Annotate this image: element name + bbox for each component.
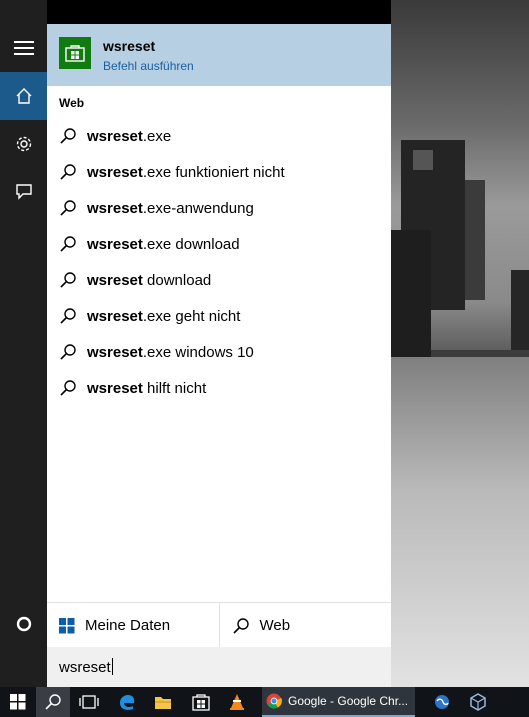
search-panel: wsreset Befehl ausführen Web wsreset.exe… [47,24,391,687]
chrome-window-title: Google - Google Chr... [288,694,409,708]
store-taskbar-button[interactable] [184,687,218,717]
home-button[interactable] [0,72,47,120]
web-result-suffix: .exe download [142,235,240,253]
feedback-icon [15,184,32,200]
web-result-match: wsreset [87,199,143,217]
web-result-item[interactable]: wsreset.exe funktioniert nicht [47,154,391,190]
search-query: wsreset [59,659,111,676]
search-icon [60,380,76,396]
start-left-rail [0,0,47,687]
store-icon [65,45,85,62]
web-result-text: wsreset.exe-anwendung [87,200,254,217]
best-match-name: wsreset [103,38,156,54]
desktop-wallpaper [391,0,529,687]
taskbar-search-button[interactable] [36,687,70,717]
cortana-icon [16,616,31,632]
search-input-text: wsreset [59,658,113,676]
web-result-item[interactable]: wsreset download [47,262,391,298]
wallpaper-warehouse-right [511,270,529,360]
store-icon [192,694,210,711]
windows-icon [59,617,75,633]
edge-icon [120,695,135,710]
web-result-text: wsreset.exe funktioniert nicht [87,164,285,181]
best-match-item[interactable]: wsreset Befehl ausführen [47,24,391,86]
web-result-suffix: .exe [142,127,172,145]
edge-taskbar-button[interactable] [110,687,144,717]
globe-app-icon [435,695,449,709]
search-icon [60,236,76,252]
vlc-taskbar-button[interactable] [220,687,254,717]
web-result-suffix: .exe windows 10 [142,343,254,361]
my-stuff-filter-button[interactable]: Meine Daten [47,603,219,648]
web-result-match: wsreset [87,271,143,289]
web-result-match: wsreset [87,235,143,253]
web-result-item[interactable]: wsreset hilft nicht [47,370,391,406]
start-button[interactable] [0,687,36,717]
app-tile [59,37,91,69]
my-stuff-filter-label: Meine Daten [85,617,171,634]
web-result-suffix: .exe-anwendung [142,199,254,217]
taskbar: Google - Google Chr... [0,687,529,717]
chrome-icon [266,693,282,709]
search-input[interactable]: wsreset [47,647,391,687]
search-filter-bar: Meine Daten Web [47,602,391,648]
wallpaper-water [391,357,529,687]
web-result-item[interactable]: wsreset.exe [47,118,391,154]
feedback-button[interactable] [0,168,47,216]
web-result-match: wsreset [87,127,143,145]
search-icon [60,344,76,360]
file-explorer-taskbar-button[interactable] [146,687,180,717]
web-result-text: wsreset hilft nicht [87,380,206,397]
virtualbox-taskbar-button[interactable] [461,687,495,717]
web-result-text: wsreset.exe windows 10 [87,344,254,361]
web-result-match: wsreset [87,379,143,397]
virtualbox-icon [470,693,486,711]
web-result-text: wsreset.exe geht nicht [87,308,240,325]
search-icon [60,308,76,324]
search-icon [60,128,76,144]
search-icon [60,200,76,216]
web-result-text: wsreset.exe download [87,236,240,253]
web-result-match: wsreset [87,343,143,361]
search-icon [60,272,76,288]
web-result-text: wsreset download [87,272,211,289]
web-result-suffix: .exe funktioniert nicht [142,163,285,181]
wallpaper-building [465,180,485,300]
best-match-subtitle: Befehl ausführen [103,59,194,73]
search-icon [60,164,76,180]
search-icon [232,617,249,634]
vlc-icon [230,694,244,710]
wallpaper-tower-top [413,150,433,170]
windows-icon [10,694,26,710]
hamburger-icon [13,41,34,55]
search-icon [45,694,61,710]
cortana-button[interactable] [0,600,47,648]
web-section-heading: Web [59,96,85,110]
web-result-text: wsreset.exe [87,128,171,145]
web-filter-button[interactable]: Web [218,603,392,648]
web-result-suffix: download [142,271,212,289]
web-result-item[interactable]: wsreset.exe geht nicht [47,298,391,334]
web-result-item[interactable]: wsreset.exe windows 10 [47,334,391,370]
task-view-icon [79,695,99,709]
app-taskbar-button[interactable] [425,687,459,717]
home-icon [16,88,31,104]
text-caret [111,658,113,675]
task-view-button[interactable] [72,687,106,717]
folder-icon [155,697,171,709]
web-filter-label: Web [259,617,291,634]
web-result-item[interactable]: wsreset.exe download [47,226,391,262]
chrome-taskbar-button[interactable]: Google - Google Chr... [262,687,415,717]
gear-icon [16,136,31,152]
settings-button[interactable] [0,120,47,168]
web-result-match: wsreset [87,307,143,325]
web-result-match: wsreset [87,163,143,181]
web-result-suffix: .exe geht nicht [142,307,241,325]
web-result-item[interactable]: wsreset.exe-anwendung [47,190,391,226]
web-result-suffix: hilft nicht [142,379,207,397]
hamburger-menu-button[interactable] [0,24,47,72]
web-results-list: wsreset.exe wsreset.exe funktioniert nich… [47,118,391,406]
